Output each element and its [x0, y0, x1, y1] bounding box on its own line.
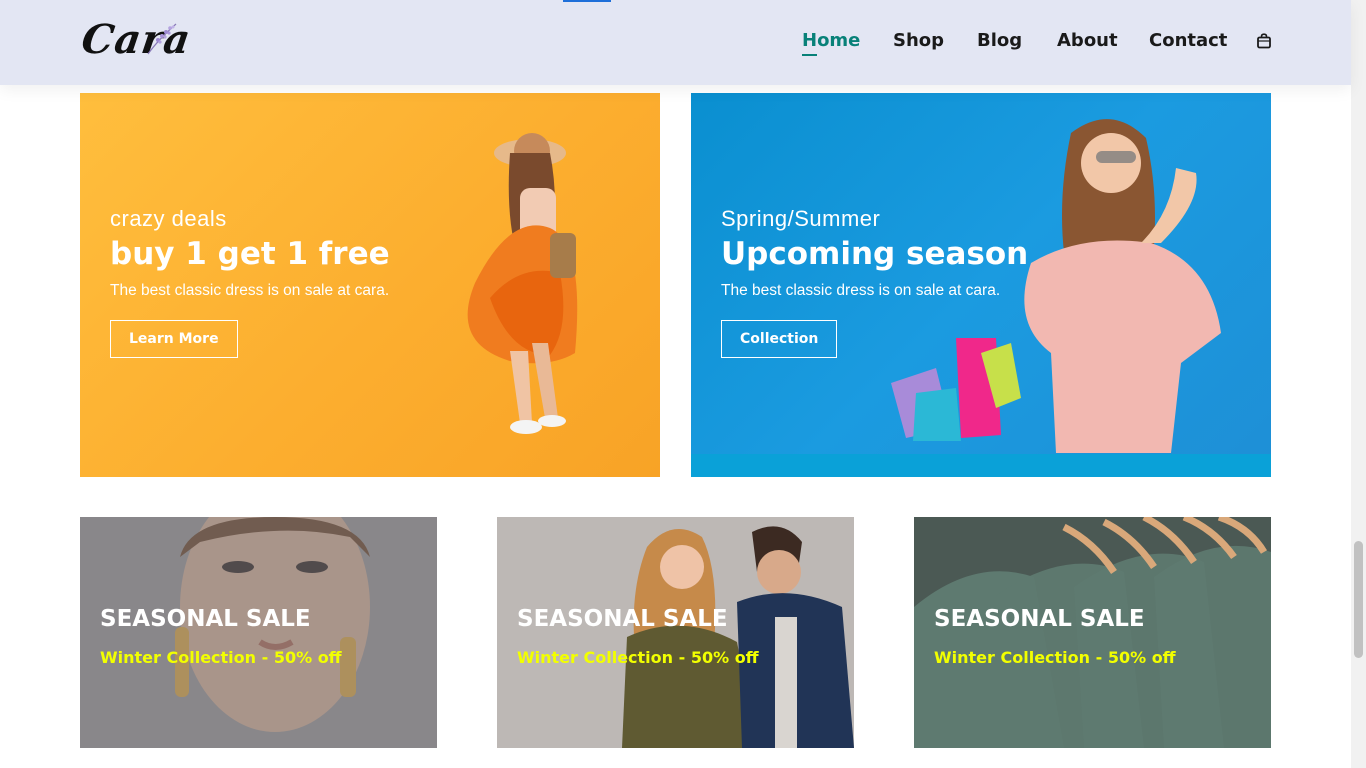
site-header: Cara Home Shop Blog About Contact	[0, 0, 1351, 85]
seasonal-sale-title: SEASONAL SALE	[934, 606, 1145, 632]
couple-photo	[622, 526, 854, 748]
nav-item-home[interactable]: Home	[802, 30, 861, 56]
seasonal-sale-card[interactable]: SEASONAL SALE Winter Collection - 50% of…	[497, 517, 854, 748]
nav-item-label: Home	[802, 30, 861, 51]
seasonal-sale-subtitle: Winter Collection - 50% off	[100, 648, 342, 667]
portrait-photo	[80, 517, 437, 748]
nav-item-shop[interactable]: Shop	[893, 30, 944, 51]
page-scrollbar[interactable]	[1351, 0, 1366, 768]
seasonal-sale-subtitle: Winter Collection - 50% off	[934, 648, 1176, 667]
banner-eyebrow: crazy deals	[110, 206, 227, 231]
deal-banner-card: crazy deals buy 1 get 1 free The best cl…	[80, 93, 660, 477]
tshirt-rack-photo	[914, 517, 1271, 748]
banner-text: crazy deals buy 1 get 1 free The best cl…	[110, 206, 390, 300]
banner-subtitle: The best classic dress is on sale at car…	[721, 282, 1001, 299]
banner-title: buy 1 get 1 free	[110, 236, 390, 272]
nav-item-contact[interactable]: Contact	[1149, 30, 1227, 51]
active-underline	[802, 54, 817, 56]
learn-more-button[interactable]: Learn More	[110, 320, 238, 358]
seasonal-sale-card[interactable]: SEASONAL SALE Winter Collection - 50% of…	[914, 517, 1271, 748]
collection-button[interactable]: Collection	[721, 320, 838, 358]
seasonal-sale-card[interactable]: SEASONAL SALE Winter Collection - 50% of…	[80, 517, 437, 748]
banner-subtitle: The best classic dress is on sale at car…	[110, 282, 390, 299]
shopping-bag-icon[interactable]	[1256, 33, 1272, 49]
nav-item-about[interactable]: About	[1057, 30, 1118, 51]
scrollbar-thumb[interactable]	[1354, 541, 1363, 658]
nav-item-blog[interactable]: Blog	[977, 30, 1022, 51]
season-banner-card: Spring/Summer Upcoming season The best c…	[691, 93, 1271, 477]
shopping-bags	[891, 338, 1021, 441]
seasonal-sale-subtitle: Winter Collection - 50% off	[517, 648, 759, 667]
banner-bottom-strip	[691, 454, 1271, 477]
main-nav: Home Shop Blog About Contact	[0, 30, 1351, 60]
seasonal-sale-title: SEASONAL SALE	[517, 606, 728, 632]
focus-indicator	[563, 0, 611, 2]
banner-text: Spring/Summer Upcoming season The best c…	[721, 206, 1028, 300]
seasonal-sale-title: SEASONAL SALE	[100, 606, 311, 632]
banner-title: Upcoming season	[721, 236, 1029, 272]
banner-eyebrow: Spring/Summer	[721, 206, 881, 231]
